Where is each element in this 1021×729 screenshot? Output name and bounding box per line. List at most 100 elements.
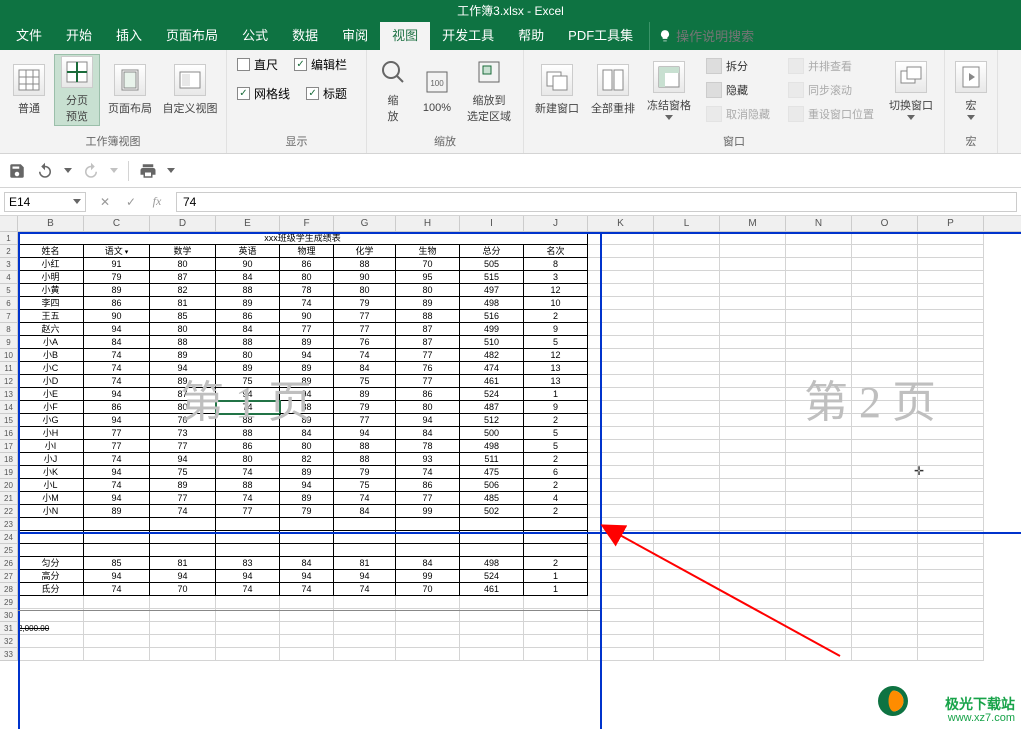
cell[interactable] [720, 258, 786, 271]
cell[interactable]: 88 [334, 453, 396, 466]
cell[interactable] [918, 518, 984, 531]
cell[interactable] [918, 570, 984, 583]
cell[interactable] [720, 349, 786, 362]
cell[interactable] [334, 518, 396, 531]
cell[interactable] [654, 596, 720, 609]
cell[interactable]: 77 [150, 440, 216, 453]
row-header-24[interactable]: 24 [0, 531, 18, 544]
column-header-K[interactable]: K [588, 216, 654, 231]
table-row[interactable]: 小D74897589757746113 [18, 375, 984, 388]
cell[interactable] [786, 310, 852, 323]
cell[interactable] [396, 635, 460, 648]
cell[interactable]: 81 [150, 557, 216, 570]
cell[interactable]: 80 [280, 440, 334, 453]
cell[interactable]: 74 [334, 583, 396, 596]
cell[interactable]: 88 [216, 414, 280, 427]
table-row[interactable] [18, 635, 984, 648]
cell[interactable] [588, 570, 654, 583]
row-header-22[interactable]: 22 [0, 505, 18, 518]
cell[interactable]: 512 [460, 414, 524, 427]
tab-insert[interactable]: 插入 [104, 22, 154, 50]
cell[interactable]: 74 [334, 349, 396, 362]
cell[interactable] [720, 284, 786, 297]
insert-function-button[interactable]: fx [146, 192, 168, 212]
cell[interactable]: 12 [524, 284, 588, 297]
cell[interactable]: 小K [18, 466, 84, 479]
cell[interactable] [918, 284, 984, 297]
cell[interactable] [280, 544, 334, 557]
cell[interactable]: 13 [524, 375, 588, 388]
cell[interactable]: 82 [150, 284, 216, 297]
cell[interactable] [786, 271, 852, 284]
cell[interactable] [588, 258, 654, 271]
cell[interactable]: 89 [150, 479, 216, 492]
zoom-100-button[interactable]: 100 100% [415, 54, 459, 126]
cell[interactable] [588, 544, 654, 557]
table-row[interactable]: 小明7987848090955153 [18, 271, 984, 284]
cell[interactable]: 74 [84, 479, 150, 492]
cell[interactable]: 77 [84, 427, 150, 440]
cell[interactable] [588, 323, 654, 336]
cell[interactable]: 小B [18, 349, 84, 362]
cell[interactable] [18, 544, 84, 557]
cell[interactable] [654, 570, 720, 583]
cell[interactable]: 74 [84, 583, 150, 596]
cell[interactable] [852, 440, 918, 453]
cell[interactable]: 85 [150, 310, 216, 323]
cell[interactable]: 86 [84, 297, 150, 310]
cell[interactable] [852, 336, 918, 349]
tab-layout[interactable]: 页面布局 [154, 22, 230, 50]
cell[interactable] [460, 596, 524, 609]
cell[interactable]: 74 [280, 583, 334, 596]
confirm-edit-button[interactable]: ✓ [120, 192, 142, 212]
cell[interactable]: 小F [18, 401, 84, 414]
cell[interactable]: 73 [150, 427, 216, 440]
cell[interactable]: 80 [150, 401, 216, 414]
row-header-15[interactable]: 15 [0, 414, 18, 427]
cell[interactable]: 78 [280, 284, 334, 297]
cell[interactable] [396, 544, 460, 557]
cell[interactable]: 94 [280, 479, 334, 492]
cell[interactable] [280, 596, 334, 609]
cell[interactable] [588, 349, 654, 362]
cell[interactable]: 516 [460, 310, 524, 323]
table-row[interactable]: 小I7777868088784985 [18, 440, 984, 453]
cell[interactable] [720, 362, 786, 375]
cell[interactable]: 84 [396, 427, 460, 440]
cell[interactable] [150, 596, 216, 609]
cell[interactable] [786, 492, 852, 505]
cell[interactable]: 匀分 [18, 557, 84, 570]
cell[interactable]: 70 [396, 583, 460, 596]
cell[interactable] [84, 596, 150, 609]
cell[interactable]: 小M [18, 492, 84, 505]
cell[interactable]: 88 [334, 258, 396, 271]
cell[interactable]: 87 [396, 323, 460, 336]
cell[interactable]: 2 [524, 414, 588, 427]
cell[interactable]: 74 [84, 453, 150, 466]
row-header-4[interactable]: 4 [0, 271, 18, 284]
column-header-P[interactable]: P [918, 216, 984, 231]
cell[interactable] [588, 375, 654, 388]
row-header-12[interactable]: 12 [0, 375, 18, 388]
cell[interactable] [588, 479, 654, 492]
cell[interactable] [852, 427, 918, 440]
cell[interactable]: 84 [216, 323, 280, 336]
cell[interactable] [786, 440, 852, 453]
cell[interactable] [852, 505, 918, 518]
cell[interactable]: 94 [84, 388, 150, 401]
cell[interactable] [918, 453, 984, 466]
cell[interactable]: 5 [524, 440, 588, 453]
cell[interactable] [588, 297, 654, 310]
cell[interactable]: 2,000.00 [18, 622, 84, 635]
table-row[interactable]: 小M9477748974774854 [18, 492, 984, 505]
cell[interactable]: 生物 [396, 245, 460, 258]
cell[interactable]: 89 [216, 297, 280, 310]
cell[interactable]: 94 [84, 414, 150, 427]
cell[interactable]: 86 [216, 310, 280, 323]
cell[interactable] [786, 297, 852, 310]
cell[interactable]: 94 [396, 414, 460, 427]
row-header-8[interactable]: 8 [0, 323, 18, 336]
table-row[interactable] [18, 596, 984, 609]
cell[interactable]: 94 [150, 570, 216, 583]
cell[interactable]: 2 [524, 453, 588, 466]
